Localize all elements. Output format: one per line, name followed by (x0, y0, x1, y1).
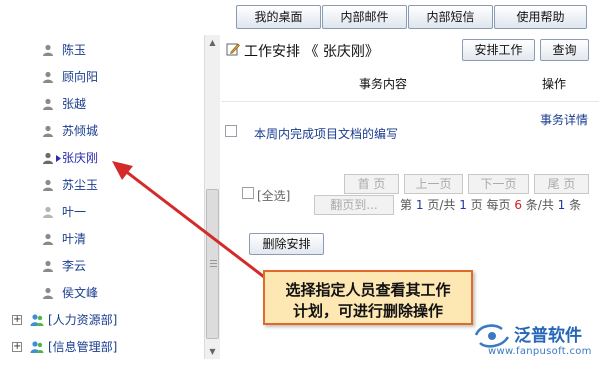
brand-name: 泛普软件 (514, 326, 582, 346)
callout-line-2: 计划，可进行删除操作 (292, 302, 443, 320)
annotation-callout: 选择指定人员查看其工作 计划，可进行删除操作 (263, 270, 473, 325)
brand-url: www.fanpusoft.com (488, 346, 592, 357)
callout-line-1: 选择指定人员查看其工作 (285, 281, 451, 299)
